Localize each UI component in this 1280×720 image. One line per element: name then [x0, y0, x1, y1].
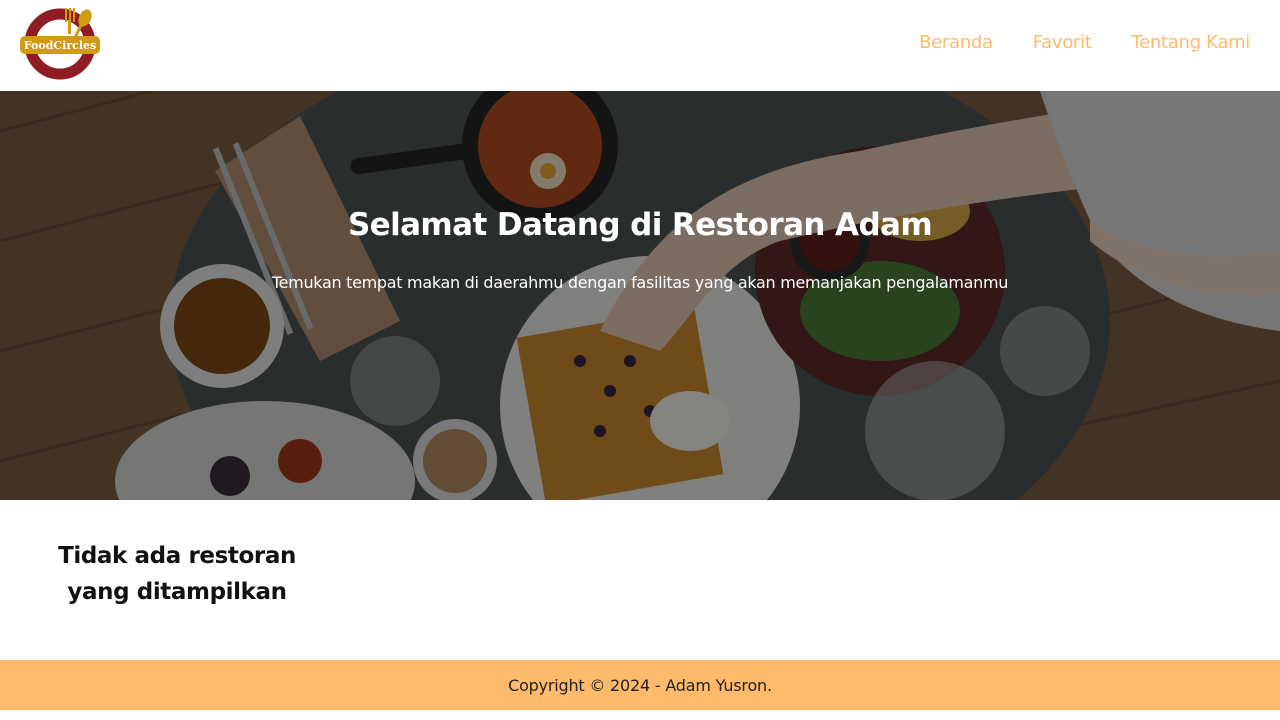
restaurant-list-section: Tidak ada restoran yang ditampilkan — [0, 500, 1280, 660]
nav-link-beranda[interactable]: Beranda — [919, 32, 993, 53]
empty-restaurant-message: Tidak ada restoran yang ditampilkan — [58, 543, 296, 605]
nav-link-tentang-kami[interactable]: Tentang Kami — [1131, 32, 1250, 53]
main-nav: Beranda Favorit Tentang Kami — [919, 0, 1250, 84]
copyright-text: Copyright © 2024 - Adam Yusron. — [508, 675, 772, 695]
hero-title: Selamat Datang di Restoran Adam — [347, 207, 933, 243]
nav-link-favorit[interactable]: Favorit — [1033, 32, 1092, 53]
hero-overlay — [0, 91, 1280, 500]
hero-banner: Selamat Datang di Restoran Adam Temukan … — [0, 91, 1280, 500]
logo-link[interactable]: FoodCircles — [18, 6, 102, 80]
svg-text:FoodCircles: FoodCircles — [24, 39, 96, 52]
app-bar: FoodCircles Beranda Favorit Tentang Kami — [0, 0, 1280, 91]
hero-subtitle: Temukan tempat makan di daerahmu dengan … — [271, 273, 1009, 292]
foodcircles-logo-icon: FoodCircles — [20, 8, 100, 80]
app-footer: Copyright © 2024 - Adam Yusron. — [0, 660, 1280, 710]
